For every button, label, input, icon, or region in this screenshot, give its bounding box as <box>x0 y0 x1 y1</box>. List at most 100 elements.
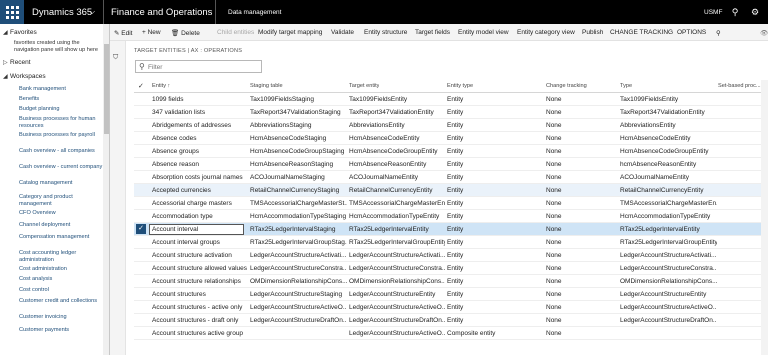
cell-type: HcmAbsenceCodeEntity <box>620 135 691 142</box>
table-row[interactable]: Absence codes HcmAbsenceCodeStaging HcmAbs… <box>134 132 768 145</box>
delete-button[interactable]: 🗑 Delete <box>171 29 200 37</box>
table-row[interactable]: Account structure activation LedgerAccoun… <box>134 249 768 262</box>
workspace-link[interactable]: Category and product management <box>19 194 103 208</box>
settings-icon[interactable]: ⚙ <box>748 5 762 19</box>
favorites-header[interactable]: Favorites <box>10 29 37 36</box>
cell-type: RTax25LedgerIntervalEntity <box>620 226 700 233</box>
child-entities-button[interactable]: Child entities <box>217 29 254 36</box>
view-icon[interactable]: 👁 <box>760 29 768 37</box>
search-icon[interactable]: ⚲ <box>728 5 742 19</box>
workspace-link[interactable]: Cash overview - current company <box>19 164 103 171</box>
new-button[interactable]: + New <box>142 29 161 36</box>
table-row[interactable]: Accepted currencies RetailChannelCurrency… <box>134 184 768 197</box>
options-tab[interactable]: OPTIONS <box>677 29 706 36</box>
table-row[interactable]: Account structure allowed values LedgerAc… <box>134 262 768 275</box>
col-staging-table[interactable]: Staging table <box>250 83 283 89</box>
cell-change-tracking: None <box>546 148 562 155</box>
workspace-link[interactable]: Bank management <box>19 86 103 93</box>
workspace-link[interactable]: Customer invoicing <box>19 314 103 321</box>
table-row[interactable]: 347 validation lists TaxReport347Validati… <box>134 106 768 119</box>
table-row[interactable]: Absence reason HcmAbsenceReasonStaging Hcm… <box>134 158 768 171</box>
target-fields-button[interactable]: Target fields <box>415 29 450 36</box>
workspace-link[interactable]: Budget planning <box>19 106 103 113</box>
workspace-link[interactable]: Cost control <box>19 287 103 294</box>
company-picker[interactable]: USMF <box>704 9 722 16</box>
workspace-link[interactable]: Cost analysis <box>19 276 103 283</box>
action-search-icon[interactable]: ⚲ <box>716 29 721 37</box>
entity-structure-button[interactable]: Entity structure <box>364 29 407 36</box>
page-name: Data management <box>228 9 282 16</box>
entity-category-view-button[interactable]: Entity category view <box>517 29 575 36</box>
workspace-link[interactable]: Catalog management <box>19 180 103 187</box>
cell-target-entity: TMSAccessorialChargeMasterEn... <box>349 200 445 207</box>
cell-entity: Account interval groups <box>152 239 220 246</box>
table-row[interactable]: Accessorial charge masters TMSAccessorial… <box>134 197 768 210</box>
col-entity-type[interactable]: Entity type <box>447 83 473 89</box>
workspace-link[interactable]: Customer payments <box>19 327 103 334</box>
table-row[interactable]: Absence groups HcmAbsenceCodeGroupStaging… <box>134 145 768 158</box>
cell-change-tracking: None <box>546 278 562 285</box>
table-row[interactable]: Account structures active group LedgerAcc… <box>134 327 768 340</box>
modify-target-mapping-button[interactable]: Modify target mapping <box>258 29 322 36</box>
cell-change-tracking: None <box>546 96 562 103</box>
table-row[interactable]: Account structure relationships OMDimensi… <box>134 275 768 288</box>
change-tracking-tab[interactable]: CHANGE TRACKING <box>610 29 673 36</box>
collapse-favorites-icon[interactable]: ◢ <box>3 29 8 36</box>
workspace-link[interactable]: Channel deployment <box>19 222 103 229</box>
workspace-link[interactable]: Business processes for payroll <box>19 132 103 139</box>
table-row[interactable]: Abridgements of addresses AbbreviationsSt… <box>134 119 768 132</box>
col-change-tracking[interactable]: Change tracking <box>546 83 587 89</box>
table-row[interactable]: Account interval groups RTax25LedgerInter… <box>134 236 768 249</box>
validate-button[interactable]: Validate <box>331 29 354 36</box>
workspace-link[interactable]: Cash overview - all companies <box>19 148 103 155</box>
workspace-link[interactable]: Compensation management <box>19 234 103 241</box>
nav-scrollbar-thumb[interactable] <box>104 44 109 134</box>
cell-staging-table: TaxReport347ValidationStaging <box>250 109 341 116</box>
table-row[interactable]: Accommodation type HcmAccommodationTypeSt… <box>134 210 768 223</box>
row-selected-check-icon[interactable]: ✓ <box>136 224 146 234</box>
cell-entity-type: Entity <box>447 252 464 259</box>
table-row[interactable]: Account structures - draft only LedgerAcc… <box>134 314 768 327</box>
module-name: Finance and Operations <box>111 7 213 18</box>
cell-target-entity: HcmAbsenceReasonEntity <box>349 161 427 168</box>
col-type[interactable]: Type <box>620 83 632 89</box>
expand-recent-icon[interactable]: ▷ <box>3 59 8 66</box>
workspace-link[interactable]: Benefits <box>19 96 103 103</box>
workspace-link[interactable]: Cost accounting ledger administration <box>19 250 103 264</box>
recent-header[interactable]: Recent <box>10 59 31 66</box>
cell-type: Tax1099FieldsEntity <box>620 96 679 103</box>
filter-input[interactable] <box>148 62 258 72</box>
cell-type: LedgerAccountStructureActiveO... <box>620 304 717 311</box>
col-target-entity[interactable]: Target entity <box>349 83 379 89</box>
app-name[interactable]: Dynamics 365 <box>32 7 92 18</box>
filter-pane-strip[interactable] <box>110 41 126 355</box>
table-row[interactable]: Absorption costs journal names ACOJournal… <box>134 171 768 184</box>
col-set-based[interactable]: Set-based proc... <box>718 83 762 89</box>
workspaces-header[interactable]: Workspaces <box>10 73 46 80</box>
grid-scrollbar[interactable] <box>761 80 768 355</box>
col-entity[interactable]: Entity ↑ <box>152 83 170 89</box>
workspace-link[interactable]: Cost administration <box>19 266 103 273</box>
edit-button[interactable]: ✎ Edit <box>114 29 132 37</box>
table-row[interactable]: Account structures LedgerAccountStructure… <box>134 288 768 301</box>
cell-entity: Account structure relationships <box>152 278 241 285</box>
select-all-check-icon[interactable]: ✓ <box>138 82 144 90</box>
cell-entity: Account interval <box>152 226 199 233</box>
collapse-workspaces-icon[interactable]: ◢ <box>3 73 8 80</box>
publish-button[interactable]: Publish <box>582 29 603 36</box>
table-row[interactable]: 1099 fields Tax1099FieldsStaging Tax1099Fi… <box>134 93 768 106</box>
workspace-link[interactable]: Business processes for human resources <box>19 116 103 130</box>
chevron-down-icon[interactable]: ⌵ <box>89 7 95 17</box>
action-pane: ✎ Edit + New 🗑 Delete Child entities Mod… <box>110 24 768 41</box>
cell-target-entity: HcmAbsenceCodeGroupEntity <box>349 148 438 155</box>
entity-cell-editor[interactable]: Account interval <box>149 224 244 235</box>
workspace-link[interactable]: Customer credit and collections <box>19 298 103 305</box>
workspace-link[interactable]: CFO Overview <box>19 210 103 217</box>
app-launcher-icon[interactable] <box>0 0 24 24</box>
funnel-icon[interactable]: ⛉ <box>113 54 118 62</box>
cell-entity: Accessorial charge masters <box>152 200 232 207</box>
filter-box[interactable]: ⚲ <box>135 60 262 73</box>
table-row[interactable]: Account structures - active only LedgerAc… <box>134 301 768 314</box>
table-row[interactable]: ✓ Account interval RTax25LedgerIntervalSta… <box>134 223 768 236</box>
entity-model-view-button[interactable]: Entity model view <box>458 29 509 36</box>
